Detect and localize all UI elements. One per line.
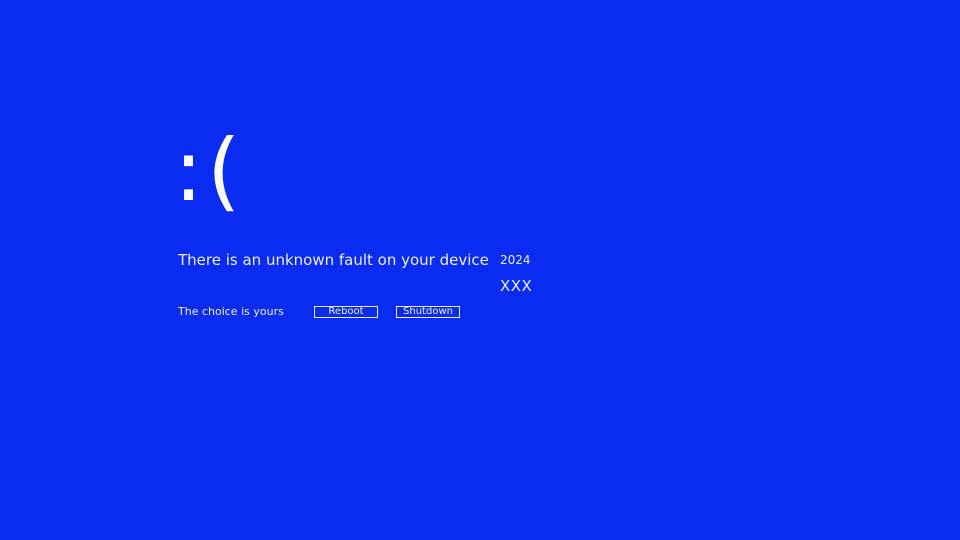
sad-face-emoticon: :( bbox=[174, 121, 245, 221]
error-message: There is an unknown fault on your device bbox=[178, 251, 489, 269]
error-code: XXX bbox=[500, 277, 533, 295]
reboot-button[interactable]: Reboot bbox=[314, 306, 378, 318]
choice-text: The choice is yours bbox=[178, 305, 284, 318]
shutdown-button[interactable]: Shutdown bbox=[396, 306, 460, 318]
error-year: 2024 bbox=[500, 253, 531, 267]
error-screen: :( There is an unknown fault on your dev… bbox=[0, 0, 960, 540]
